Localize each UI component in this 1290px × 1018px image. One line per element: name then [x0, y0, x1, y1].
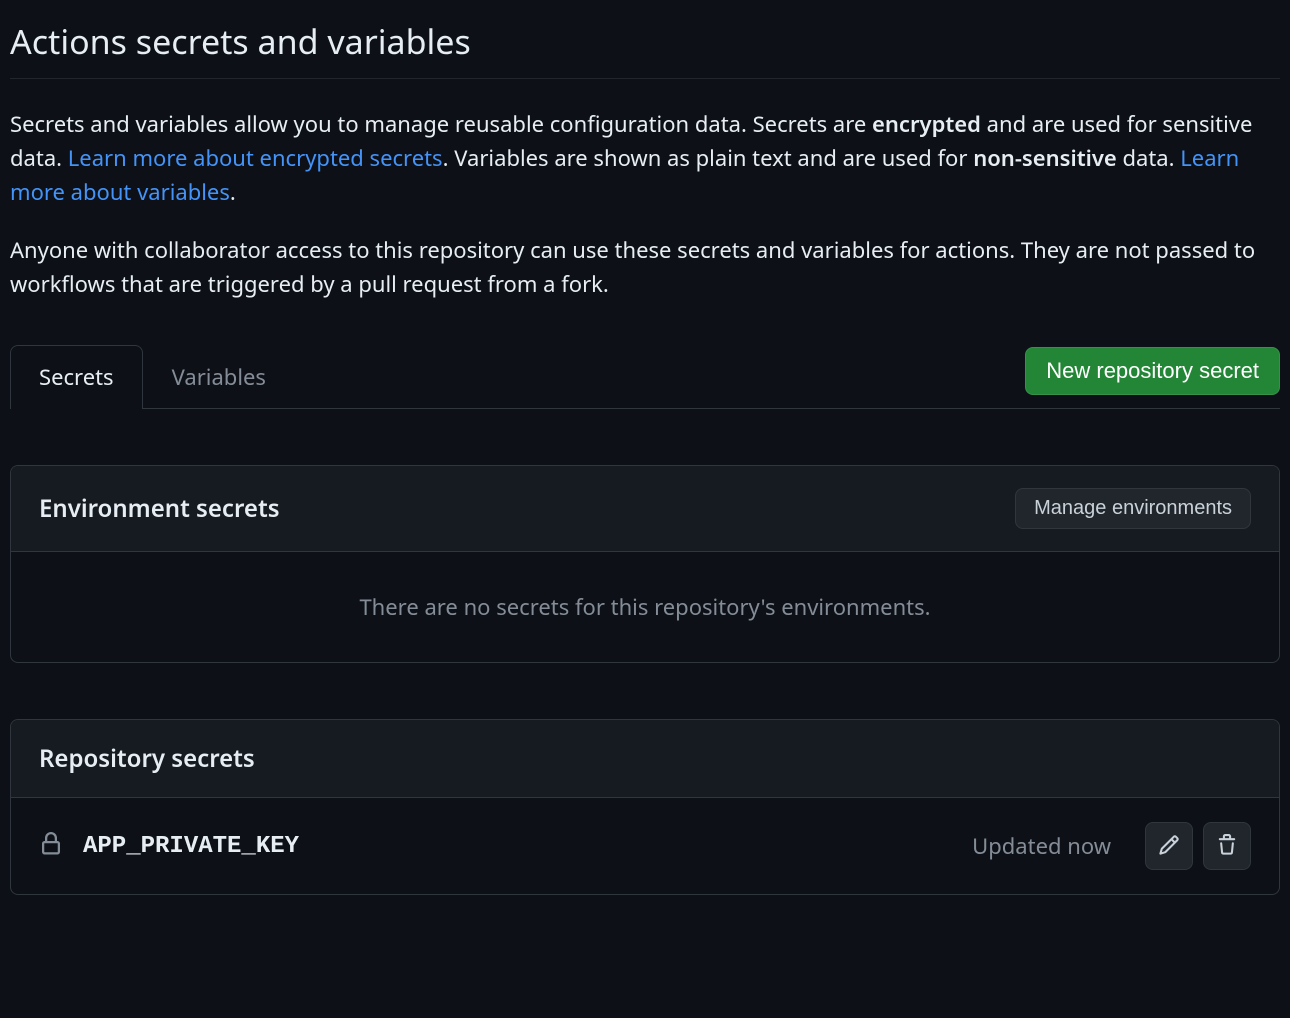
environment-secrets-panel: Environment secrets Manage environments …	[10, 465, 1280, 663]
pencil-icon	[1158, 834, 1180, 859]
delete-secret-button[interactable]	[1203, 822, 1251, 870]
tabs-row: Secrets Variables New repository secret	[10, 345, 1280, 409]
desc-text: .	[230, 177, 236, 207]
desc-encrypted-strong: encrypted	[872, 109, 981, 139]
manage-environments-button[interactable]: Manage environments	[1015, 488, 1251, 529]
environment-secrets-title: Environment secrets	[39, 492, 280, 525]
desc-text: Secrets and variables allow you to manag…	[10, 109, 872, 139]
tabs-list: Secrets Variables	[10, 345, 295, 408]
link-encrypted-secrets[interactable]: Learn more about encrypted secrets	[68, 143, 443, 173]
repository-secrets-header: Repository secrets	[11, 720, 1279, 798]
edit-secret-button[interactable]	[1145, 822, 1193, 870]
secret-row: APP_PRIVATE_KEY Updated now	[11, 798, 1279, 894]
repository-secrets-panel: Repository secrets APP_PRIVATE_KEY Updat…	[10, 719, 1280, 895]
new-repository-secret-button[interactable]: New repository secret	[1025, 347, 1280, 395]
environment-secrets-header: Environment secrets Manage environments	[11, 466, 1279, 552]
page-title: Actions secrets and variables	[10, 0, 1280, 79]
desc-paragraph-2: Anyone with collaborator access to this …	[10, 233, 1280, 301]
secret-name[interactable]: APP_PRIVATE_KEY	[83, 833, 952, 860]
repository-secrets-title: Repository secrets	[39, 742, 255, 775]
desc-text: Variables are shown as plain text and ar…	[449, 143, 974, 173]
secret-updated-time: Updated now	[972, 831, 1125, 861]
environment-secrets-empty: There are no secrets for this repository…	[11, 552, 1279, 662]
desc-nonsensitive-strong: non-sensitive	[973, 143, 1117, 173]
desc-text: data.	[1117, 143, 1181, 173]
secret-row-actions	[1145, 822, 1251, 870]
description-block: Secrets and variables allow you to manag…	[10, 79, 1280, 301]
tab-variables[interactable]: Variables	[143, 345, 295, 408]
lock-icon	[39, 832, 63, 861]
trash-icon	[1216, 834, 1238, 859]
tab-secrets[interactable]: Secrets	[10, 345, 143, 409]
